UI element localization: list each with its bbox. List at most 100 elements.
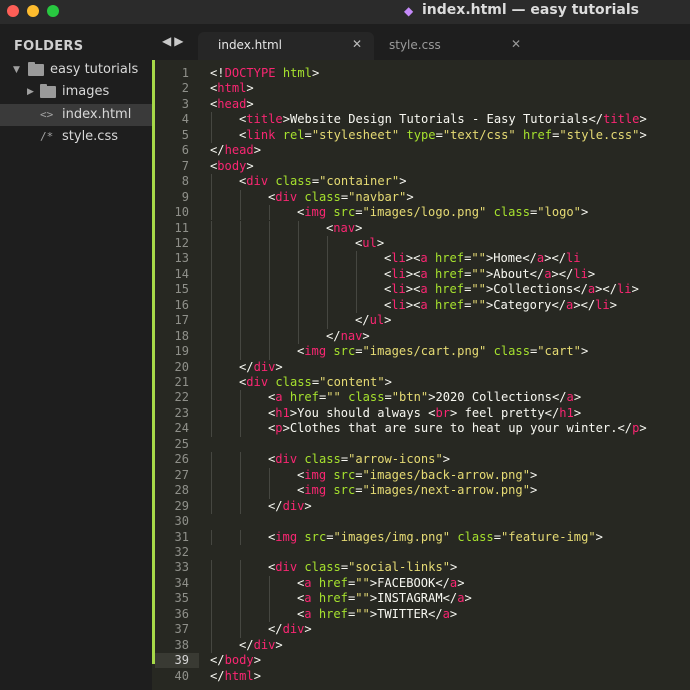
code-token: ""	[355, 606, 370, 621]
code-line[interactable]: </div>	[239, 360, 283, 375]
chevron-right-icon[interactable]: ▶	[27, 81, 34, 103]
code-line[interactable]: <div class="navbar">	[268, 190, 414, 205]
indent-guide	[211, 189, 212, 206]
indent-guide	[211, 606, 212, 623]
sidebar-item-easy-tutorials[interactable]: ▼ easy tutorials	[0, 59, 152, 81]
code-line[interactable]: <img src="images/back-arrow.png">	[297, 468, 537, 483]
code-token: </	[268, 498, 283, 513]
code-line[interactable]: </div>	[239, 638, 283, 653]
tab-index-html[interactable]: index.html ✕	[198, 32, 374, 60]
sidebar-item-style-css[interactable]: /* style.css	[0, 126, 152, 148]
tab-style-css[interactable]: style.css ✕	[377, 32, 533, 60]
chevron-right-icon[interactable]: ▶	[174, 34, 186, 48]
indent-guide	[327, 297, 328, 314]
code-line[interactable]: </ul>	[355, 313, 391, 328]
code-token: ><	[405, 266, 421, 281]
close-window-button[interactable]	[7, 5, 19, 17]
code-line[interactable]: <img src="images/img.png" class="feature…	[268, 530, 603, 545]
code-token: >	[376, 235, 385, 250]
code-line[interactable]: <a href="">TWITTER</a>	[297, 607, 457, 622]
sidebar-item-label: images	[62, 84, 110, 99]
code-line[interactable]: </nav>	[326, 329, 370, 344]
chevron-left-icon[interactable]: ◀	[162, 34, 174, 48]
code-line[interactable]: <h1>You should always <br> feel pretty</…	[268, 406, 581, 421]
code-token: >	[580, 344, 589, 359]
code-token: >	[362, 328, 370, 343]
code-line[interactable]: </head>	[210, 143, 261, 158]
tab-navigation-arrows[interactable]: ◀▶	[162, 34, 186, 48]
code-line[interactable]: <div class="content">	[239, 375, 392, 390]
code-line[interactable]: <a href="">INSTAGRAM</a>	[297, 591, 472, 606]
code-line[interactable]: <a href="">FACEBOOK</a>	[297, 576, 464, 591]
code-line[interactable]: <img src="images/logo.png" class="logo">	[297, 205, 588, 220]
close-icon[interactable]: ✕	[511, 37, 521, 51]
indent-guide	[327, 282, 328, 298]
code-token: class	[275, 375, 312, 389]
indent-guide	[356, 251, 357, 267]
line-number: 9	[181, 189, 189, 204]
code-token: >INSTAGRAM</	[369, 591, 458, 606]
sidebar-item-label: easy tutorials	[50, 62, 139, 77]
code-token: ></	[544, 251, 567, 266]
code-token: >	[246, 96, 254, 111]
line-number: 26	[174, 452, 189, 467]
code-line[interactable]: <div class="arrow-icons">	[268, 452, 450, 467]
code-token: >	[587, 266, 596, 281]
zoom-window-button[interactable]	[47, 5, 59, 17]
code-line[interactable]: <div class="container">	[239, 174, 406, 189]
code-line[interactable]: </html>	[210, 669, 261, 684]
indent-guide	[240, 452, 241, 468]
indent-guide	[211, 174, 212, 190]
indent-guide	[269, 282, 270, 298]
minimize-window-button[interactable]	[27, 5, 39, 17]
indent-guide	[240, 313, 241, 329]
code-line[interactable]: <title>Website Design Tutorials - Easy T…	[239, 112, 647, 127]
indent-guide	[211, 220, 212, 236]
code-token: li	[391, 251, 406, 266]
code-line[interactable]: <div class="social-links">	[268, 560, 457, 575]
line-number: 38	[174, 637, 189, 652]
code-token: src	[304, 529, 327, 544]
code-line[interactable]: <li><a href="">Collections</a></li>	[384, 282, 639, 297]
code-line[interactable]: <img src="images/cart.png" class="cart">	[297, 344, 588, 359]
code-line[interactable]: <ul>	[355, 236, 384, 251]
code-line[interactable]: <img src="images/next-arrow.png">	[297, 483, 537, 498]
code-line[interactable]: <p>Clothes that are sure to heat up your…	[268, 421, 647, 436]
code-line[interactable]: <!DOCTYPE html>	[210, 66, 319, 81]
code-line[interactable]: <nav>	[326, 221, 362, 236]
code-token: rel	[282, 127, 305, 142]
code-line[interactable]: </div>	[268, 499, 312, 514]
line-number: 29	[174, 498, 189, 513]
code-line[interactable]: <head>	[210, 97, 254, 112]
indent-guide	[298, 251, 299, 267]
code-token: =	[304, 127, 312, 142]
code-line[interactable]: <html>	[210, 81, 254, 96]
code-token: =	[311, 375, 320, 389]
code-line[interactable]: <li><a href="">Category</a></li>	[384, 298, 617, 313]
code-token: title	[246, 112, 283, 127]
code-token: >You should always <	[289, 405, 436, 420]
line-number: 14	[174, 266, 189, 281]
code-line[interactable]: <li><a href="">About</a></li>	[384, 267, 595, 282]
close-icon[interactable]: ✕	[352, 37, 362, 51]
code-token: div	[253, 637, 276, 652]
code-line[interactable]: <link rel="stylesheet" type="text/css" h…	[239, 128, 647, 143]
indent-guide	[211, 282, 212, 298]
code-file-icon: <>	[40, 108, 54, 121]
sidebar-item-index-html[interactable]: <> index.html	[0, 104, 152, 126]
code-token: img	[304, 467, 327, 482]
code-line[interactable]: </div>	[268, 622, 312, 637]
sidebar-item-images[interactable]: ▶ images	[0, 81, 152, 103]
chevron-down-icon[interactable]: ▼	[13, 59, 20, 81]
indent-guide	[211, 313, 212, 329]
code-line[interactable]: <a href="" class="btn">2020 Collections<…	[268, 390, 581, 405]
tab-label: index.html	[218, 38, 282, 52]
code-line[interactable]: </body>	[210, 653, 261, 668]
code-token: >About</	[485, 266, 545, 281]
code-line[interactable]: <li><a href="">Home</a></li	[384, 251, 581, 266]
code-line[interactable]: <body>	[210, 159, 254, 174]
code-editor[interactable]: 1 2 3 4 5 6 7 8 9 10 11 12 13 14 15 16 17 18 19 20 21 22 23 24 2…	[152, 60, 690, 690]
